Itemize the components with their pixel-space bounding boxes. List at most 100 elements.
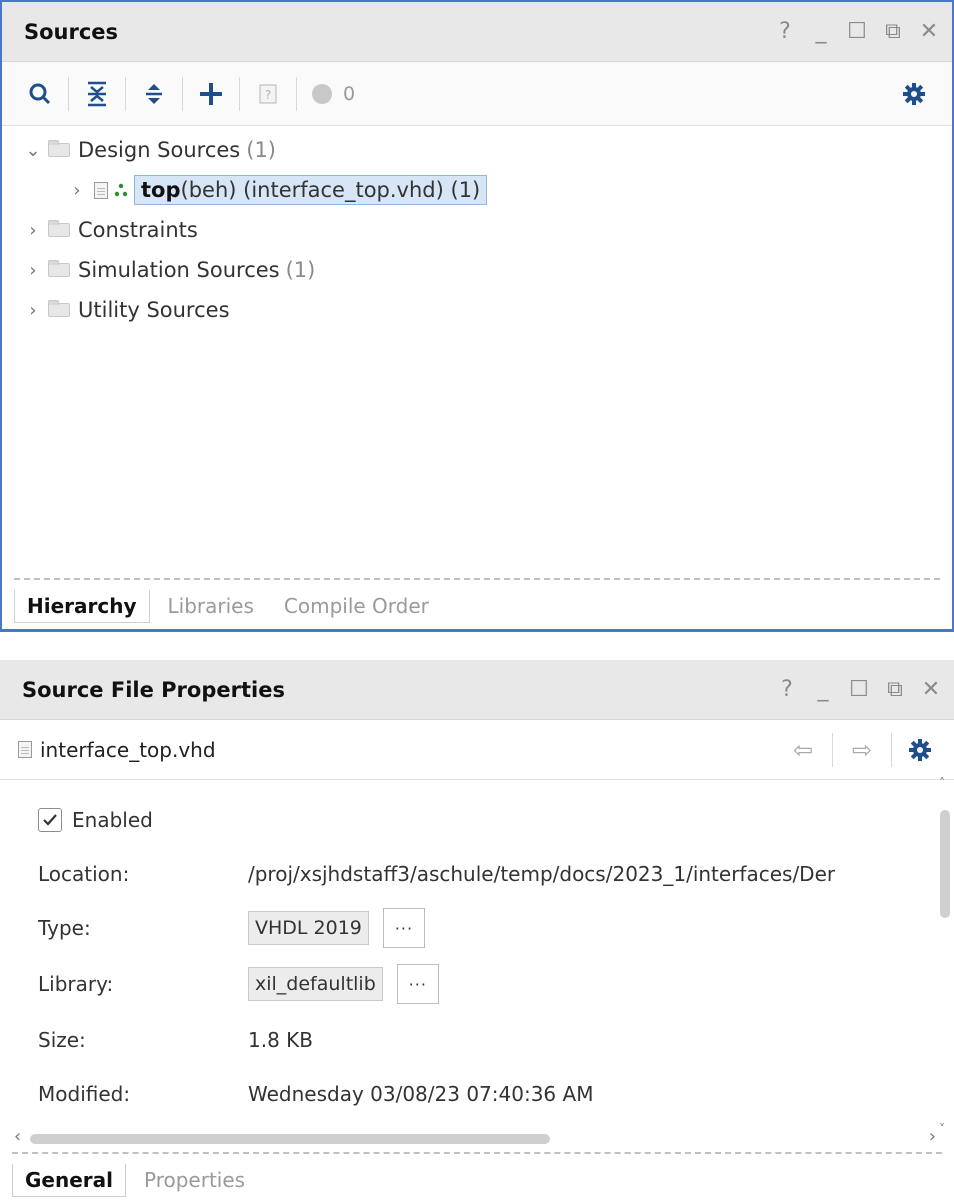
library-browse-button[interactable]: ··· bbox=[396, 964, 439, 1004]
collapse-all-icon[interactable] bbox=[75, 72, 119, 116]
tab-general[interactable]: General bbox=[12, 1163, 126, 1197]
chevron-right-icon[interactable]: › bbox=[22, 220, 44, 241]
chevron-right-icon[interactable]: › bbox=[22, 260, 44, 281]
tabs-divider bbox=[12, 1152, 942, 1154]
enabled-label: Enabled bbox=[72, 808, 153, 832]
type-browse-button[interactable]: ··· bbox=[382, 908, 425, 948]
folder-icon bbox=[48, 260, 70, 277]
tree-item-design-sources[interactable]: ⌄ Design Sources (1) bbox=[2, 130, 952, 170]
maximize-icon[interactable]: ☐ bbox=[846, 19, 868, 44]
tree-item-top[interactable]: › top(beh) (interface_top.vhd) (1) bbox=[2, 170, 952, 210]
sources-toolbar: ? 0 bbox=[2, 62, 952, 126]
file-header: interface_top.vhd ⇦ ⇨ bbox=[0, 720, 954, 780]
tree-item-label: Utility Sources bbox=[78, 298, 230, 322]
vertical-scrollbar[interactable]: ˄ ˅ bbox=[938, 776, 952, 1136]
properties-body: Enabled Location: /proj/xsjhdstaff3/asch… bbox=[0, 780, 954, 1130]
expand-all-icon[interactable] bbox=[132, 72, 176, 116]
help-icon[interactable]: ? bbox=[774, 19, 796, 44]
chevron-right-icon[interactable]: › bbox=[66, 180, 88, 201]
minimize-icon[interactable]: _ bbox=[810, 19, 832, 44]
forward-arrow-icon[interactable]: ⇨ bbox=[839, 736, 885, 764]
gear-icon[interactable] bbox=[892, 72, 936, 116]
properties-tabbar: General Properties bbox=[12, 1158, 942, 1202]
status-count: 0 bbox=[343, 82, 356, 105]
properties-title: Source File Properties bbox=[22, 677, 285, 702]
svg-text:?: ? bbox=[265, 88, 271, 102]
toolbar-divider bbox=[68, 76, 69, 111]
size-row: Size: 1.8 KB bbox=[38, 1020, 313, 1060]
tab-hierarchy[interactable]: Hierarchy bbox=[14, 589, 150, 623]
file-name: interface_top.vhd bbox=[40, 737, 216, 762]
toolbar-divider bbox=[832, 732, 833, 767]
properties-titlebar: Source File Properties ? _ ☐ ⧉ ✕ bbox=[0, 660, 954, 720]
module-detail: (beh) (interface_top.vhd) (1) bbox=[180, 178, 481, 202]
unknown-file-icon[interactable]: ? bbox=[246, 72, 290, 116]
module-name: top bbox=[141, 178, 181, 202]
tree-item-constraints[interactable]: › Constraints bbox=[2, 210, 952, 250]
file-icon bbox=[94, 181, 108, 199]
help-icon[interactable]: ? bbox=[776, 677, 798, 702]
type-field[interactable]: VHDL 2019 bbox=[248, 911, 369, 945]
gear-icon[interactable] bbox=[898, 728, 942, 772]
sources-tree: ⌄ Design Sources (1) › top(beh) (interfa… bbox=[2, 126, 952, 574]
tab-compile-order[interactable]: Compile Order bbox=[272, 590, 441, 622]
tab-properties[interactable]: Properties bbox=[132, 1164, 257, 1196]
float-icon[interactable]: ⧉ bbox=[882, 19, 904, 44]
toolbar-divider bbox=[125, 76, 126, 111]
sources-tabbar: Hierarchy Libraries Compile Order bbox=[14, 584, 940, 628]
type-label: Type: bbox=[38, 916, 91, 940]
source-file-properties-panel: Source File Properties ? _ ☐ ⧉ ✕ interfa… bbox=[0, 660, 954, 1203]
maximize-icon[interactable]: ☐ bbox=[848, 677, 870, 702]
back-arrow-icon[interactable]: ⇦ bbox=[780, 736, 826, 764]
toolbar-divider bbox=[891, 732, 892, 767]
enabled-checkbox[interactable] bbox=[38, 808, 62, 832]
sources-window-controls: ? _ ☐ ⧉ ✕ bbox=[774, 19, 940, 44]
chevron-down-icon[interactable]: ⌄ bbox=[22, 140, 44, 161]
scroll-up-icon[interactable]: ˄ bbox=[939, 776, 945, 790]
tree-item-label: Design Sources bbox=[78, 138, 241, 162]
folder-icon bbox=[48, 220, 70, 237]
modified-value: Wednesday 03/08/23 07:40:36 AM bbox=[248, 1082, 594, 1106]
folder-icon bbox=[48, 140, 70, 157]
properties-window-controls: ? _ ☐ ⧉ ✕ bbox=[776, 677, 942, 702]
tree-item-top-label[interactable]: top(beh) (interface_top.vhd) (1) bbox=[134, 175, 488, 205]
scroll-down-icon[interactable]: ˅ bbox=[939, 1122, 945, 1136]
tree-item-count: (1) bbox=[285, 258, 316, 282]
horizontal-scroll-thumb[interactable] bbox=[30, 1134, 550, 1144]
library-row: Library: xil_defaultlib ··· bbox=[38, 964, 439, 1004]
hierarchy-icon bbox=[114, 178, 128, 202]
tree-item-utility-sources[interactable]: › Utility Sources bbox=[2, 290, 952, 330]
add-icon[interactable] bbox=[189, 72, 233, 116]
search-icon[interactable] bbox=[18, 72, 62, 116]
folder-icon bbox=[48, 300, 70, 317]
toolbar-divider bbox=[239, 76, 240, 111]
scroll-right-icon[interactable]: › bbox=[929, 1126, 936, 1147]
tabs-divider bbox=[14, 578, 940, 580]
vertical-scroll-thumb[interactable] bbox=[940, 810, 950, 918]
tree-item-simulation-sources[interactable]: › Simulation Sources (1) bbox=[2, 250, 952, 290]
sources-panel: Sources ? _ ☐ ⧉ ✕ ? 0 ⌄ Design Sources (… bbox=[0, 0, 954, 632]
location-value: /proj/xsjhdstaff3/aschule/temp/docs/2023… bbox=[248, 862, 836, 886]
horizontal-scrollbar[interactable]: ‹ › bbox=[14, 1126, 936, 1147]
location-row: Location: /proj/xsjhdstaff3/aschule/temp… bbox=[38, 854, 835, 894]
file-icon bbox=[18, 741, 32, 758]
library-label: Library: bbox=[38, 972, 114, 996]
sources-title: Sources bbox=[24, 19, 119, 44]
enabled-checkbox-row[interactable]: Enabled bbox=[38, 800, 153, 840]
tree-item-label: Simulation Sources bbox=[78, 258, 280, 282]
status-indicator[interactable]: 0 bbox=[303, 72, 363, 116]
close-icon[interactable]: ✕ bbox=[918, 19, 940, 44]
modified-label: Modified: bbox=[38, 1082, 131, 1106]
size-label: Size: bbox=[38, 1028, 86, 1052]
tab-libraries[interactable]: Libraries bbox=[156, 590, 266, 622]
scroll-left-icon[interactable]: ‹ bbox=[14, 1126, 21, 1147]
minimize-icon[interactable]: _ bbox=[812, 677, 834, 702]
close-icon[interactable]: ✕ bbox=[920, 677, 942, 702]
chevron-right-icon[interactable]: › bbox=[22, 300, 44, 321]
toolbar-divider bbox=[182, 76, 183, 111]
modified-row: Modified: Wednesday 03/08/23 07:40:36 AM bbox=[38, 1074, 593, 1114]
library-field[interactable]: xil_defaultlib bbox=[248, 967, 383, 1001]
toolbar-divider bbox=[296, 76, 297, 111]
float-icon[interactable]: ⧉ bbox=[884, 677, 906, 702]
location-label: Location: bbox=[38, 862, 130, 886]
